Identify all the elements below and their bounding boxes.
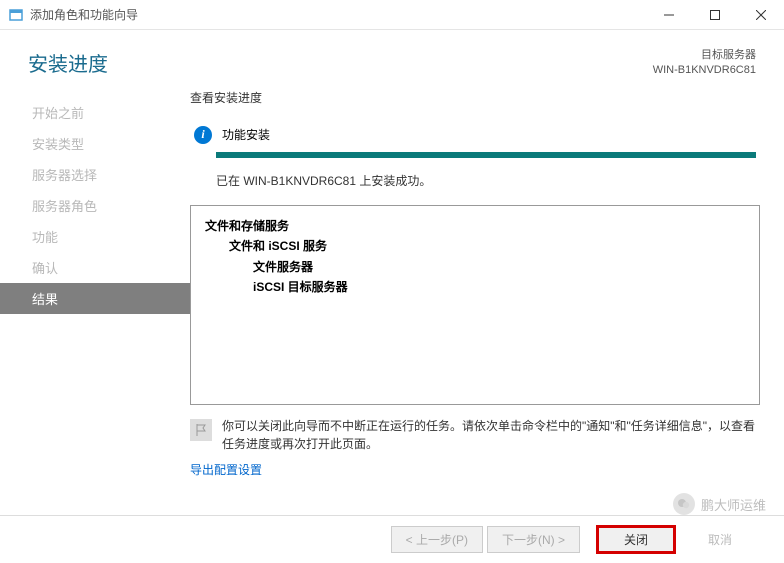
prev-button: < 上一步(P) xyxy=(391,526,483,553)
note-row: 你可以关闭此向导而不中断正在运行的任务。请依次单击命令栏中的"通知"和"任务详细… xyxy=(190,417,760,453)
window-controls xyxy=(646,0,784,29)
sidebar-item-4: 功能 xyxy=(0,221,190,252)
install-details-box: 文件和存储服务文件和 iSCSI 服务文件服务器iSCSI 目标服务器 xyxy=(190,205,760,405)
flag-icon xyxy=(190,419,212,441)
close-button[interactable] xyxy=(738,0,784,29)
watermark-text: 鹏大师运维 xyxy=(701,495,766,514)
sidebar-item-0: 开始之前 xyxy=(0,97,190,128)
target-server-info: 目标服务器 WIN-B1KNVDR6C81 xyxy=(653,48,756,79)
sidebar-item-1: 安装类型 xyxy=(0,128,190,159)
window-title: 添加角色和功能向导 xyxy=(30,6,646,23)
view-progress-label: 查看安装进度 xyxy=(190,89,760,106)
sidebar-item-6: 结果 xyxy=(0,283,190,314)
close-wizard-button[interactable]: 关闭 xyxy=(596,525,676,554)
wizard-sidebar: 开始之前安装类型服务器选择服务器角色功能确认结果 xyxy=(0,89,190,519)
status-text: 功能安装 xyxy=(222,126,270,143)
target-label: 目标服务器 xyxy=(653,48,756,63)
detail-item: 文件和 iSCSI 服务 xyxy=(205,236,745,256)
wizard-footer: < 上一步(P) 下一步(N) > 关闭 取消 xyxy=(0,515,784,563)
progress-bar xyxy=(216,152,756,158)
minimize-button[interactable] xyxy=(646,0,692,29)
status-row: i 功能安装 xyxy=(190,126,760,144)
app-icon xyxy=(8,7,24,23)
sidebar-item-3: 服务器角色 xyxy=(0,190,190,221)
main-area: 开始之前安装类型服务器选择服务器角色功能确认结果 查看安装进度 i 功能安装 已… xyxy=(0,89,784,519)
detail-item: iSCSI 目标服务器 xyxy=(205,277,745,297)
export-config-link[interactable]: 导出配置设置 xyxy=(190,461,760,478)
info-icon: i xyxy=(194,126,212,144)
title-bar: 添加角色和功能向导 xyxy=(0,0,784,30)
page-title: 安装进度 xyxy=(28,48,108,77)
detail-item: 文件和存储服务 xyxy=(205,216,745,236)
detail-item: 文件服务器 xyxy=(205,257,745,277)
result-message: 已在 WIN-B1KNVDR6C81 上安装成功。 xyxy=(216,172,760,189)
watermark: 鹏大师运维 xyxy=(673,493,766,515)
wechat-icon xyxy=(673,493,695,515)
content-area: 查看安装进度 i 功能安装 已在 WIN-B1KNVDR6C81 上安装成功。 … xyxy=(190,89,784,519)
cancel-button: 取消 xyxy=(680,527,760,552)
note-text: 你可以关闭此向导而不中断正在运行的任务。请依次单击命令栏中的"通知"和"任务详细… xyxy=(222,417,760,453)
maximize-button[interactable] xyxy=(692,0,738,29)
sidebar-item-2: 服务器选择 xyxy=(0,159,190,190)
sidebar-item-5: 确认 xyxy=(0,252,190,283)
next-button: 下一步(N) > xyxy=(487,526,580,553)
target-server-name: WIN-B1KNVDR6C81 xyxy=(653,63,756,78)
wizard-header: 安装进度 目标服务器 WIN-B1KNVDR6C81 xyxy=(0,30,784,89)
